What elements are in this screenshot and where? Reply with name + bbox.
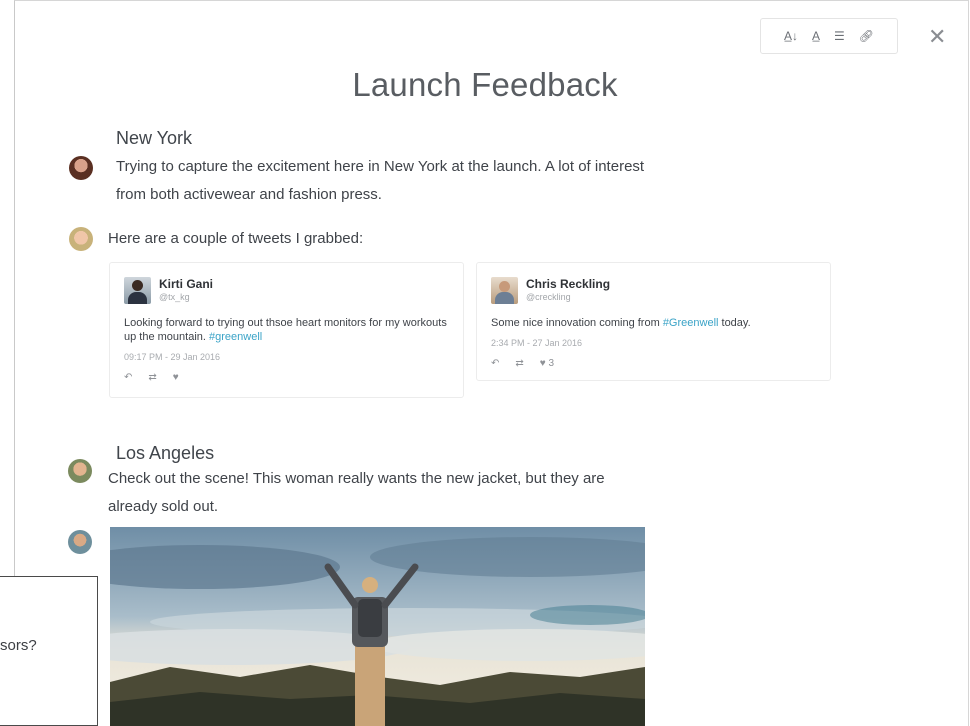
section-title-los-angeles: Los Angeles	[116, 443, 215, 463]
like-count: 3	[548, 358, 555, 369]
tweet-hashtag[interactable]: #Greenwell	[663, 317, 719, 329]
tweet-text: Looking forward to trying out thsoe hear…	[124, 316, 449, 344]
message-line: from both activewear and fashion press.	[116, 186, 382, 203]
retweet-icon[interactable]: ⇄	[515, 358, 523, 369]
close-icon[interactable]: ✕	[928, 26, 946, 48]
mountain-photo-image	[110, 527, 645, 726]
message-line: Check out the scene! This woman really w…	[108, 470, 605, 487]
avatar[interactable]	[68, 530, 92, 554]
tweet-avatar[interactable]	[491, 277, 518, 304]
message-line: Trying to capture the excitement here in…	[116, 158, 645, 175]
section-title-new-york: New York	[116, 128, 193, 148]
page-title: Launch Feedback	[352, 66, 618, 103]
formatting-toolbar: A̲↓ A̲ ☰ 🔗︎	[760, 18, 898, 54]
message-line: already sold out.	[108, 498, 219, 515]
embedded-tweet[interactable]: Chris Reckling @creckling Some nice inno…	[476, 262, 831, 381]
tweet-author-name[interactable]: Kirti Gani	[159, 277, 213, 291]
tweet-author-name[interactable]: Chris Reckling	[526, 277, 610, 291]
popup-text: sors?	[0, 637, 37, 654]
retweet-icon[interactable]: ⇄	[148, 372, 156, 383]
tweet-avatar[interactable]	[124, 277, 151, 304]
text-size-icon[interactable]: A̲↓	[784, 30, 798, 42]
message-text: Here are a couple of tweets I grabbed:	[108, 230, 364, 247]
tweet-timestamp[interactable]: 2:34 PM - 27 Jan 2016	[491, 338, 816, 348]
tweet-header: Kirti Gani @tx_kg	[124, 277, 449, 304]
comment-popup: sors?	[0, 576, 98, 726]
avatar[interactable]	[68, 459, 92, 483]
embedded-tweet[interactable]: Kirti Gani @tx_kg Looking forward to try…	[109, 262, 464, 398]
tweet-author-handle[interactable]: @creckling	[526, 291, 610, 303]
message-text: Trying to capture the excitement here in…	[116, 153, 644, 209]
tweet-author-handle[interactable]: @tx_kg	[159, 291, 213, 303]
tweet-text-body: Looking forward to trying out thsoe hear…	[124, 317, 447, 343]
like-icon[interactable]: ♥	[173, 372, 179, 383]
avatar[interactable]	[69, 156, 93, 180]
tweet-header: Chris Reckling @creckling	[491, 277, 816, 304]
avatar[interactable]	[69, 227, 93, 251]
text-color-icon[interactable]: A̲	[812, 30, 820, 42]
tweet-actions: ↶ ⇄ ♥ 3	[491, 358, 816, 369]
reply-icon[interactable]: ↶	[491, 358, 499, 369]
reply-icon[interactable]: ↶	[124, 372, 132, 383]
list-icon[interactable]: ☰	[834, 30, 845, 42]
post-photo[interactable]	[110, 527, 645, 726]
tweet-hashtag[interactable]: #greenwell	[209, 331, 262, 343]
tweet-actions: ↶ ⇄ ♥	[124, 372, 449, 383]
link-icon[interactable]: 🔗︎	[859, 30, 874, 42]
tweet-timestamp[interactable]: 09:17 PM - 29 Jan 2016	[124, 352, 449, 362]
message-text: Check out the scene! This woman really w…	[108, 465, 605, 521]
tweet-text-body: Some nice innovation coming from	[491, 317, 663, 329]
like-icon[interactable]: ♥ 3	[540, 358, 554, 369]
tweet-text: Some nice innovation coming from #Greenw…	[491, 316, 816, 330]
tweet-text-body: today.	[718, 317, 751, 329]
